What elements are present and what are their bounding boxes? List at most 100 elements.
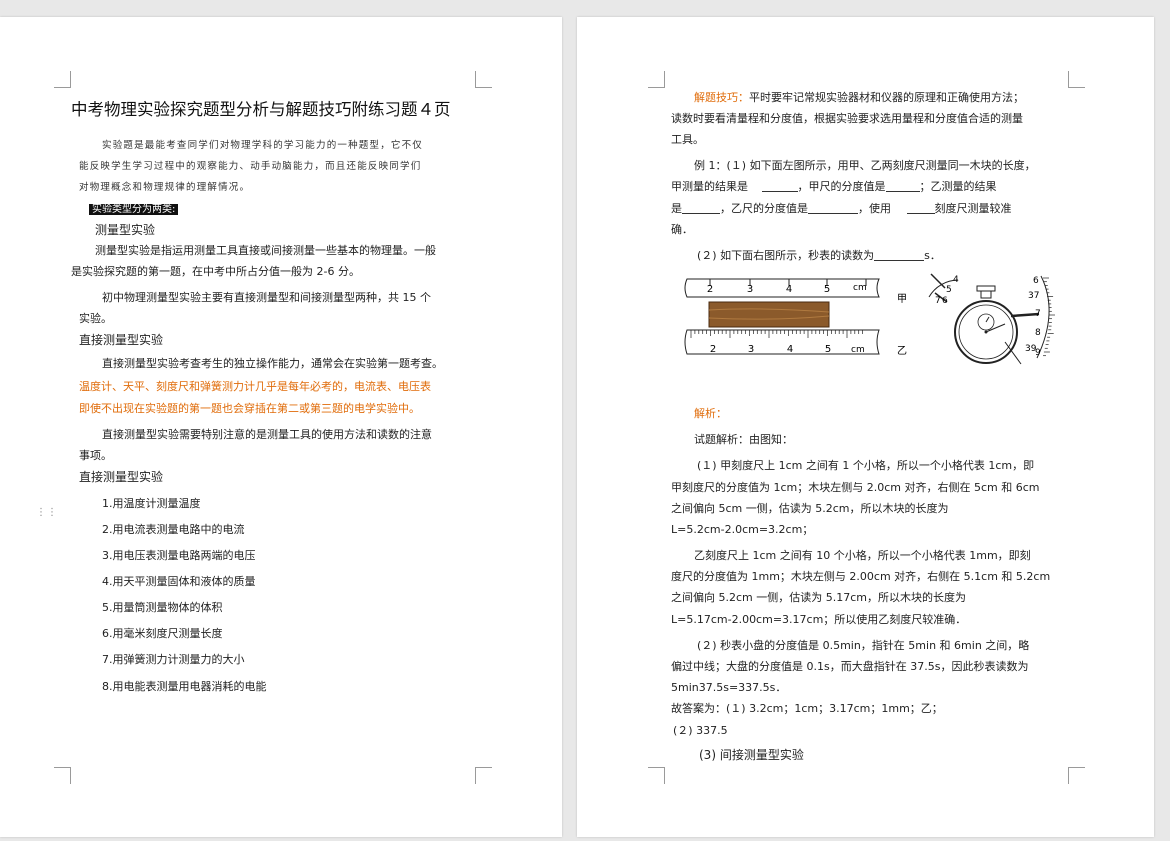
document-title: 中考物理实验探究题型分析与解题技巧附练习题４页 — [71, 100, 451, 119]
answer-blank[interactable] — [682, 202, 720, 214]
example-text-part: ，甲尺的分度值是 — [797, 180, 886, 193]
margin-corner-mark — [648, 767, 665, 784]
ruler-unit: cm — [853, 283, 867, 293]
example-text-part: ，使用 — [858, 202, 891, 215]
solution-text: 之间偏向 5cm 一侧，估读为 5.2cm，所以木块的长度为 — [671, 502, 949, 515]
highlighted-body-text: 温度计、天平、刻度尺和弹簧测力计几乎是每年必考的，电流表、电压表 — [79, 380, 431, 393]
section-heading: 直接测量型实验 — [79, 333, 164, 347]
example-text: 确． — [671, 223, 693, 236]
example-text: (２) 如下面右图所示，秒表的读数为 s． — [697, 249, 941, 263]
list-item: 2.用电流表测量电路中的电流 — [102, 523, 245, 536]
example-text: 例 1：(１) 如下面左图所示，用甲、乙两刻度尺测量同一木块的长度， — [694, 159, 1036, 172]
answer-blank[interactable] — [808, 202, 858, 214]
solution-text: 之间偏向 5.2cm 一侧，估读为 5.17cm，所以木块的长度为 — [671, 591, 967, 604]
ruler-jia-figure: 2 3 4 5 cm — [684, 278, 880, 298]
body-text: 测量型实验是指运用测量工具直接或间接测量一些基本的物理量。一般 — [95, 244, 436, 257]
example-text-part: 甲测量的结果是 — [671, 180, 748, 193]
ruler-label: 5 — [825, 344, 831, 355]
rulers-and-stopwatch-figure: 2 3 4 5 cm 2 3 4 5 cm 甲 乙 4 5 6 7 6 37 7… — [684, 273, 1055, 365]
margin-corner-mark — [648, 71, 665, 88]
solution-text: 偏过中线；大盘的分度值是 0.1s，而大盘指针在 37.5s，因此秒表读数为 — [671, 660, 1029, 673]
section-heading: 直接测量型实验 — [79, 470, 164, 484]
example-text: 甲测量的结果是 ，甲尺的分度值是 ；乙测量的结果 — [671, 180, 997, 194]
list-item: 3.用电压表测量电路两端的电压 — [102, 549, 256, 562]
body-text: 工具。 — [671, 133, 704, 146]
ruler-label: 4 — [786, 284, 792, 295]
intro-line: 实验题是最能考查同学们对物理学科的学习能力的一种题型，它不仅 — [102, 140, 424, 151]
intro-line: 对物理概念和物理规律的理解情况。 — [79, 182, 251, 193]
section-heading: (3) 间接测量型实验 — [699, 748, 804, 762]
body-text: 读数时要看清量程和分度值，根据实验要求选用量程和分度值合适的测量 — [671, 112, 1023, 125]
list-item: 6.用毫米刻度尺测量长度 — [102, 627, 223, 640]
margin-corner-mark — [54, 71, 71, 88]
stopwatch-small-dial-label: 5 — [946, 285, 952, 295]
body-text: 直接测量型实验需要特别注意的是测量工具的使用方法和读数的注意 — [102, 428, 432, 441]
intro-line: 能反映学生学习过程中的观察能力、动手动脑能力，而且还能反映同学们 — [79, 161, 422, 172]
answer-blank[interactable] — [761, 180, 798, 192]
solution-text: 甲刻度尺的分度值为 1cm；木块左侧与 2.0cm 对齐，右侧在 5cm 和 6… — [671, 481, 1040, 494]
margin-corner-mark — [475, 767, 492, 784]
ruler-yi-figure: 2 3 4 5 cm — [684, 329, 880, 355]
solution-text: 5min37.5s=337.5s． — [671, 681, 787, 694]
solution-text: 度尺的分度值为 1mm；木块左侧与 2.00cm 对齐，右侧在 5.1cm 和 … — [671, 570, 1051, 583]
body-text: 实验。 — [79, 312, 112, 325]
example-text-part: s． — [924, 249, 941, 262]
section-heading: 测量型实验 — [95, 223, 156, 237]
body-text: 是实验探究题的第一题，在中考中所占分值一般为 2-6 分。 — [71, 265, 360, 278]
list-item: 8.用电能表测量用电器消耗的电能 — [102, 680, 267, 693]
stopwatch-big-dial-label: 8 — [1035, 328, 1041, 338]
ruler-unit: cm — [851, 345, 865, 355]
tip-line: 解题技巧：平时要牢记常规实验器材和仪器的原理和正确使用方法； — [694, 91, 1024, 105]
analysis-intro: 试题解析：由图知： — [694, 433, 793, 446]
answer-blank[interactable] — [874, 249, 925, 261]
example-text-part: 是 — [671, 202, 682, 215]
body-text: 事项。 — [79, 449, 112, 462]
list-item: 4.用天平测量固体和液体的质量 — [102, 575, 256, 588]
stopwatch-small-dial-label: 4 — [953, 275, 959, 285]
stopwatch-big-dial-label: 6 — [1033, 276, 1039, 286]
solution-text: L=5.17cm-2.00cm=3.17cm；所以使用乙刻度尺较准确． — [671, 613, 967, 626]
tip-label: 解题技巧： — [694, 91, 749, 104]
solution-text: (２) 秒表小盘的分度值是 0.5min，指针在 5min 和 6min 之间，… — [697, 639, 1030, 652]
ruler-label: 3 — [747, 284, 753, 295]
example-text-part: 刻度尺测量较准 — [934, 202, 1012, 215]
margin-corner-mark — [475, 71, 492, 88]
document-page-left: 中考物理实验探究题型分析与解题技巧附练习题４页 实验题是最能考查同学们对物理学科… — [0, 17, 562, 837]
highlighted-body-text: 即使不出现在实验题的第一题也会穿插在第二或第三题的电学实验中。 — [79, 402, 420, 415]
document-page-right: 解题技巧：平时要牢记常规实验器材和仪器的原理和正确使用方法； 读数时要看清量程和… — [577, 17, 1154, 837]
example-text-part: (２) 如下面右图所示，秒表的读数为 — [697, 249, 875, 262]
stopwatch-small-dial-label: 7 — [935, 296, 941, 306]
stopwatch-icon: 4 5 6 7 6 37 7 8 39 9 — [928, 273, 1055, 365]
answer-text: 故答案为：(１) 3.2cm；1cm；3.17cm；1mm；乙； — [671, 702, 943, 715]
answer-blank[interactable] — [906, 202, 935, 214]
solution-text: (１) 甲刻度尺上 1cm 之间有 1 个小格，所以一个小格代表 1cm，即 — [697, 459, 1035, 472]
label-yi: 乙 — [897, 345, 907, 357]
example-text: 是 ，乙尺的分度值是 ，使用 刻度尺测量较准 — [671, 202, 1012, 216]
example-text-part: ；乙测量的结果 — [919, 180, 997, 193]
margin-corner-mark — [1068, 71, 1085, 88]
body-text: 直接测量型实验考查考生的独立操作能力，通常会在实验第一题考查。 — [102, 357, 443, 370]
solution-text: 乙刻度尺上 1cm 之间有 10 个小格，所以一个小格代表 1mm，即刻 — [694, 549, 1031, 562]
highlight-label: 实验类型分为两类: — [89, 204, 179, 215]
highlighted-text[interactable]: 实验类型分为两类: — [89, 202, 179, 217]
body-text: 初中物理测量型实验主要有直接测量型和间接测量型两种，共 15 个 — [102, 291, 431, 304]
analysis-label: 解析： — [694, 407, 727, 420]
ruler-label: 3 — [748, 344, 754, 355]
ruler-label: 2 — [707, 284, 713, 295]
stopwatch-big-dial-label: 7 — [1035, 309, 1041, 319]
solution-text: L=5.2cm-2.0cm=3.2cm； — [671, 523, 814, 536]
wood-block — [708, 301, 830, 328]
stopwatch-big-dial-label: 9 — [1035, 348, 1041, 358]
ruler-label: 4 — [787, 344, 793, 355]
list-item: 5.用量筒测量物体的体积 — [102, 601, 223, 614]
stopwatch-small-dial-label: 6 — [942, 296, 948, 306]
label-jia: 甲 — [897, 294, 907, 305]
ruler-label: 2 — [710, 344, 716, 355]
margin-corner-mark — [54, 767, 71, 784]
margin-corner-mark — [1068, 767, 1085, 784]
list-item: 7.用弹簧测力计测量力的大小 — [102, 653, 245, 666]
ruler-label: 5 — [824, 284, 830, 295]
drag-handle-icon[interactable]: ⋮⋮ — [36, 508, 57, 526]
answer-blank[interactable] — [885, 180, 920, 192]
stopwatch-big-dial-label: 37 — [1028, 291, 1039, 301]
